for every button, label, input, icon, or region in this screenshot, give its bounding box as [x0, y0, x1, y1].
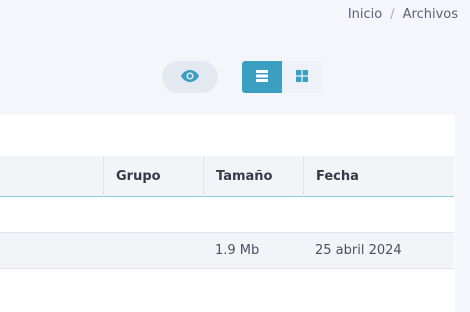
- column-header-date[interactable]: Fecha: [303, 156, 454, 197]
- preview-toggle-button[interactable]: [162, 61, 218, 93]
- grid-view-button[interactable]: [282, 61, 322, 93]
- view-mode-switch: [242, 61, 322, 93]
- column-header-name[interactable]: [0, 156, 103, 197]
- breadcrumb-home-link[interactable]: Inicio: [348, 7, 382, 23]
- cell-name: [0, 233, 103, 269]
- table-header: Grupo Tamaño Fecha: [0, 156, 454, 197]
- list-icon: [255, 68, 269, 87]
- cell-size: 1.9 Mb: [215, 243, 260, 258]
- list-view-button[interactable]: [242, 61, 282, 93]
- breadcrumb: Inicio / Archivos: [348, 7, 458, 23]
- files-panel: Grupo Tamaño Fecha 1.9 Mb 25 abril 2024: [0, 115, 455, 312]
- breadcrumb-current: Archivos: [402, 7, 458, 22]
- table-row[interactable]: 1.9 Mb 25 abril 2024: [0, 233, 454, 269]
- breadcrumb-separator: /: [390, 7, 395, 22]
- files-table: Grupo Tamaño Fecha 1.9 Mb 25 abril 2024: [0, 156, 454, 269]
- eye-icon: [180, 68, 200, 87]
- table-spacer-row: [0, 197, 454, 233]
- cell-group: [103, 233, 203, 269]
- column-header-group[interactable]: Grupo: [103, 156, 203, 197]
- cell-date: 25 abril 2024: [315, 243, 402, 258]
- grid-icon: [295, 68, 309, 87]
- column-header-size[interactable]: Tamaño: [203, 156, 303, 197]
